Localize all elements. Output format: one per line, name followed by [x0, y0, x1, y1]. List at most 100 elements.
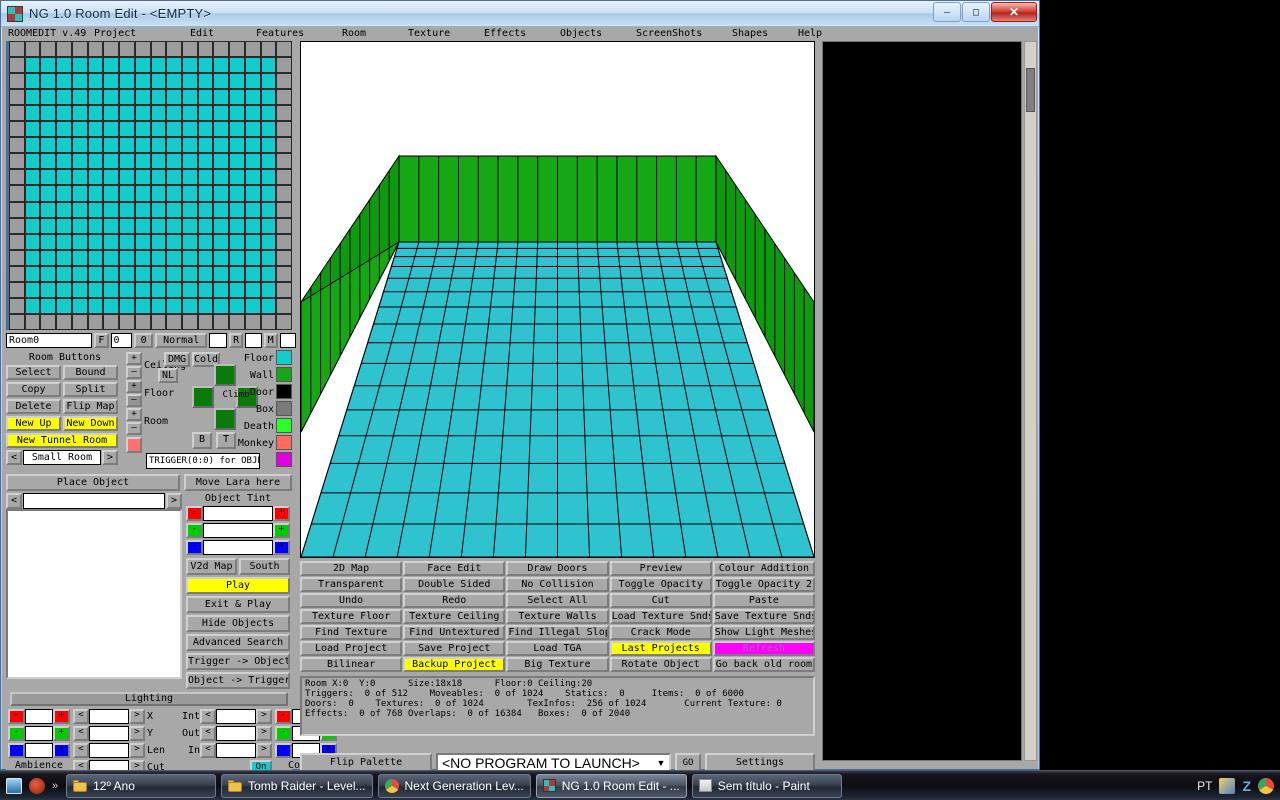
map-floor-cell[interactable]: [25, 250, 41, 266]
map-floor-cell[interactable]: [229, 185, 245, 201]
z-icon[interactable]: Z: [1242, 778, 1251, 794]
chrome-icon[interactable]: [1258, 778, 1274, 794]
map-floor-cell[interactable]: [198, 169, 214, 185]
map-floor-cell[interactable]: [245, 250, 261, 266]
scrollbar-thumb[interactable]: [1026, 68, 1035, 112]
map-floor-cell[interactable]: [40, 169, 56, 185]
tint-plus-1[interactable]: +: [273, 523, 290, 538]
action-preview[interactable]: Preview: [610, 561, 712, 576]
map-floor-cell[interactable]: [245, 73, 261, 89]
map-floor-cell[interactable]: [103, 266, 119, 282]
map-floor-cell[interactable]: [119, 234, 135, 250]
map-floor-cell[interactable]: [198, 266, 214, 282]
climb-south-button[interactable]: [214, 408, 236, 430]
action-draw-doors[interactable]: Draw Doors: [506, 561, 608, 576]
menu-item-objects[interactable]: Objects: [558, 27, 634, 40]
map-border-cell[interactable]: [151, 41, 167, 57]
action-last-projects[interactable]: Last Projects: [610, 641, 712, 656]
action-backup-project[interactable]: Backup Project: [403, 657, 505, 672]
action-rotate-object[interactable]: Rotate Object: [610, 657, 712, 672]
map-border-cell[interactable]: [9, 73, 25, 89]
map-floor-cell[interactable]: [198, 137, 214, 153]
map-border-cell[interactable]: [103, 41, 119, 57]
map-floor-cell[interactable]: [25, 153, 41, 169]
map-floor-cell[interactable]: [151, 218, 167, 234]
action-load-project[interactable]: Load Project: [300, 641, 402, 656]
map-floor-cell[interactable]: [25, 282, 41, 298]
map-floor-cell[interactable]: [25, 105, 41, 121]
map-floor-cell[interactable]: [119, 202, 135, 218]
maximize-button[interactable]: □: [962, 2, 990, 22]
map-floor-cell[interactable]: [88, 250, 104, 266]
map-floor-cell[interactable]: [119, 282, 135, 298]
map-floor-cell[interactable]: [213, 185, 229, 201]
map-floor-cell[interactable]: [25, 121, 41, 137]
map-floor-cell[interactable]: [56, 202, 72, 218]
map-floor-cell[interactable]: [103, 250, 119, 266]
map-border-cell[interactable]: [135, 314, 151, 330]
map-floor-cell[interactable]: [166, 153, 182, 169]
room-size-next-button[interactable]: >: [102, 450, 118, 465]
map-floor-cell[interactable]: [229, 105, 245, 121]
map-floor-cell[interactable]: [261, 57, 277, 73]
map-floor-cell[interactable]: [40, 266, 56, 282]
map-floor-cell[interactable]: [198, 57, 214, 73]
ambience-plus-2[interactable]: +: [53, 743, 70, 758]
map-floor-cell[interactable]: [56, 121, 72, 137]
menu-item-effects[interactable]: Effects: [482, 27, 558, 40]
map-floor-cell[interactable]: [56, 153, 72, 169]
map-floor-cell[interactable]: [229, 169, 245, 185]
map-floor-cell[interactable]: [56, 57, 72, 73]
map-border-cell[interactable]: [9, 314, 25, 330]
map-floor-cell[interactable]: [245, 218, 261, 234]
map-floor-cell[interactable]: [25, 185, 41, 201]
map-floor-cell[interactable]: [56, 169, 72, 185]
map-floor-cell[interactable]: [25, 218, 41, 234]
tint-minus-2[interactable]: -: [186, 540, 203, 555]
map-floor-cell[interactable]: [56, 234, 72, 250]
map-floor-cell[interactable]: [72, 73, 88, 89]
map-floor-cell[interactable]: [166, 202, 182, 218]
action-load-texture-snds[interactable]: Load Texture Snds: [610, 609, 712, 624]
map-floor-cell[interactable]: [261, 202, 277, 218]
map-floor-cell[interactable]: [166, 121, 182, 137]
map-border-cell[interactable]: [276, 169, 292, 185]
room-flag-f-button[interactable]: F: [94, 333, 108, 348]
map-border-cell[interactable]: [166, 41, 182, 57]
map-floor-cell[interactable]: [72, 57, 88, 73]
nl-button[interactable]: NL: [158, 368, 178, 383]
map-floor-cell[interactable]: [245, 137, 261, 153]
action-undo[interactable]: Undo: [300, 593, 402, 608]
ambience-minus-0[interactable]: -: [8, 709, 25, 724]
menu-item-help[interactable]: Help: [796, 27, 836, 40]
action-2d-map[interactable]: 2D Map: [300, 561, 402, 576]
map-floor-cell[interactable]: [261, 153, 277, 169]
tint-minus-1[interactable]: -: [186, 523, 203, 538]
map-border-cell[interactable]: [198, 41, 214, 57]
map-border-cell[interactable]: [9, 298, 25, 314]
map-floor-cell[interactable]: [40, 298, 56, 314]
map-border-cell[interactable]: [9, 234, 25, 250]
map-floor-cell[interactable]: [245, 121, 261, 137]
map-floor-cell[interactable]: [88, 266, 104, 282]
room-minus-button[interactable]: –: [126, 422, 142, 435]
map-border-cell[interactable]: [9, 185, 25, 201]
texture-panel-scrollbar[interactable]: [1024, 41, 1037, 761]
map-floor-cell[interactable]: [198, 153, 214, 169]
right-slider-prev-int[interactable]: <: [200, 709, 216, 724]
minimize-button[interactable]: –: [933, 2, 961, 22]
map-floor-cell[interactable]: [88, 169, 104, 185]
map-floor-cell[interactable]: [213, 298, 229, 314]
map-floor-cell[interactable]: [229, 73, 245, 89]
room-colour-swatch-button[interactable]: [126, 437, 142, 453]
map-floor-cell[interactable]: [151, 153, 167, 169]
v2d-map-button[interactable]: V2d Map: [186, 558, 237, 575]
legend-swatch-door[interactable]: [276, 384, 292, 399]
map-floor-cell[interactable]: [88, 57, 104, 73]
map-border-cell[interactable]: [213, 314, 229, 330]
map-border-cell[interactable]: [261, 41, 277, 57]
network-icon[interactable]: [1219, 778, 1235, 794]
map-floor-cell[interactable]: [119, 218, 135, 234]
map-floor-cell[interactable]: [261, 89, 277, 105]
room-button-new-down[interactable]: New Down: [63, 416, 118, 431]
